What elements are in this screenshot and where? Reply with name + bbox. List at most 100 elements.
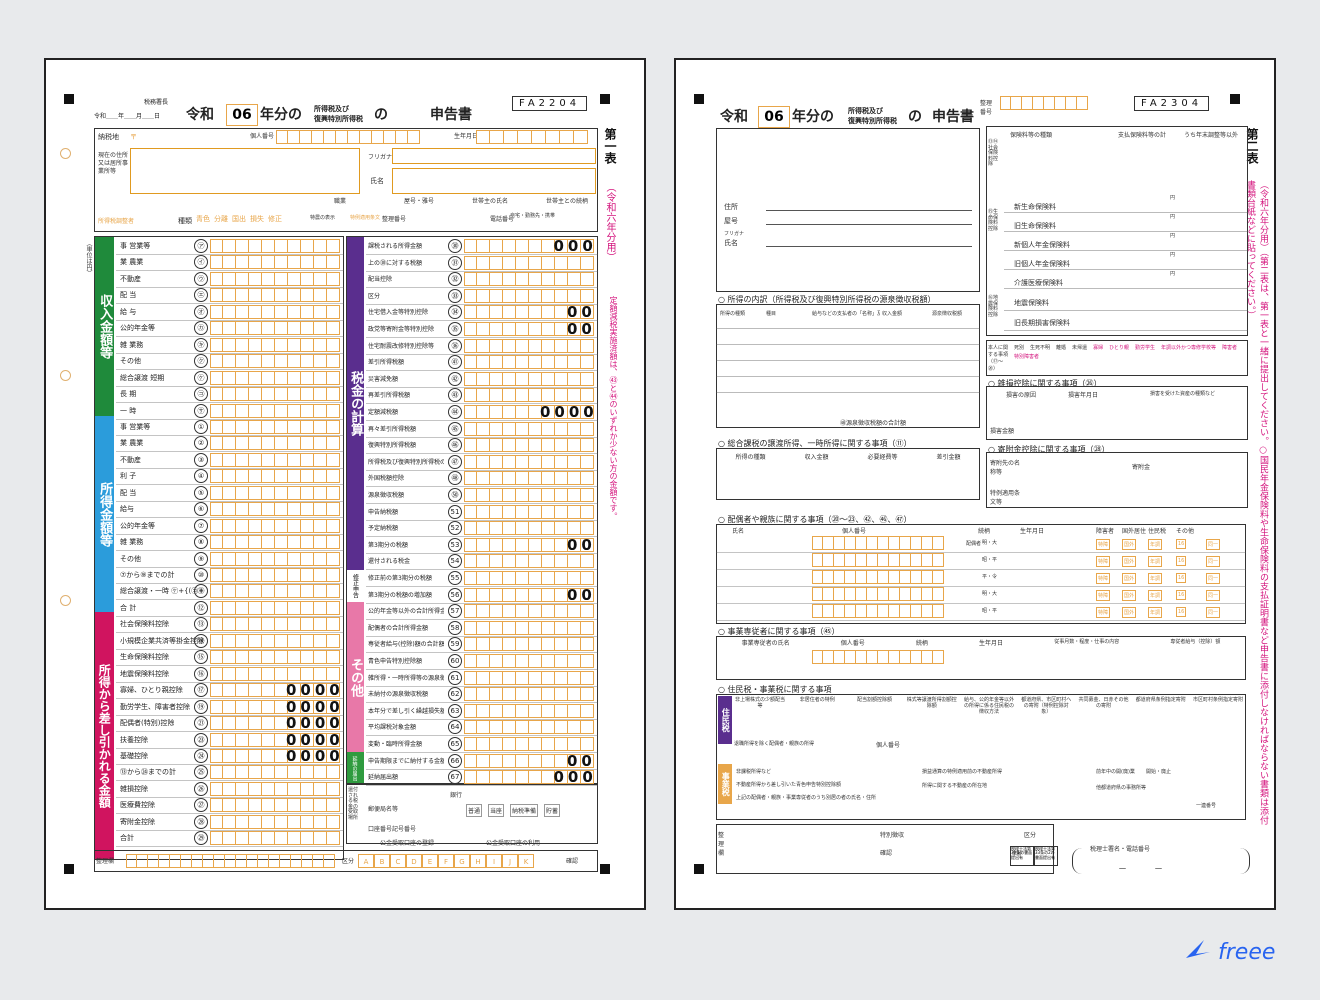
amount-cells[interactable] — [210, 535, 340, 549]
type-item[interactable]: 青色 — [196, 214, 210, 224]
family-check[interactable]: 年調 — [1148, 607, 1163, 618]
seiri-cells[interactable] — [126, 854, 335, 868]
amount-cells[interactable] — [210, 371, 340, 385]
family-check[interactable]: 16 — [1176, 539, 1187, 549]
kubun-letter-cell[interactable]: H — [470, 854, 486, 868]
year-field[interactable]: 06 — [226, 104, 258, 126]
amount-cells[interactable] — [464, 422, 594, 436]
amount-cells[interactable] — [464, 355, 594, 369]
self-item[interactable]: 離婚 — [1056, 344, 1066, 351]
amount-cells[interactable] — [210, 486, 340, 500]
family-mynumber-cells[interactable] — [812, 604, 944, 618]
amount-cells[interactable] — [210, 469, 340, 483]
kubun-letter-cell[interactable]: A — [358, 854, 374, 868]
amount-cells[interactable] — [464, 687, 594, 701]
amount-cells[interactable] — [210, 255, 340, 269]
amount-cells[interactable] — [464, 671, 594, 685]
name-input[interactable] — [392, 168, 596, 194]
amount-cells[interactable] — [464, 455, 594, 469]
amount-cells[interactable] — [210, 584, 340, 598]
family-check[interactable]: 特障 — [1096, 556, 1111, 567]
mynumber-cells[interactable] — [276, 130, 420, 144]
self-item[interactable]: 特別障害者 — [1014, 353, 1039, 360]
senju-mynumber-cells[interactable] — [812, 650, 944, 664]
amount-cells[interactable] — [464, 604, 594, 618]
amount-cells[interactable] — [210, 404, 340, 418]
family-check[interactable]: 特障 — [1096, 539, 1111, 550]
amount-cells[interactable] — [210, 831, 340, 845]
family-check[interactable]: 特障 — [1096, 573, 1111, 584]
family-mynumber-cells[interactable] — [812, 570, 944, 584]
amount-cells[interactable] — [210, 453, 340, 467]
self-item[interactable]: 寡婦 — [1093, 344, 1103, 351]
family-check[interactable]: 16 — [1176, 607, 1187, 617]
amount-cells[interactable] — [210, 519, 340, 533]
kubun-letter-cell[interactable]: C — [390, 854, 406, 868]
amount-cells[interactable] — [210, 420, 340, 434]
deposit-type[interactable]: 当座 — [488, 804, 505, 817]
amount-cells[interactable] — [210, 387, 340, 401]
amount-cells[interactable] — [464, 339, 594, 353]
family-check[interactable]: 16 — [1176, 556, 1187, 566]
family-check[interactable]: 年調 — [1148, 556, 1163, 567]
amount-cells[interactable] — [464, 289, 594, 303]
amount-cells[interactable] — [210, 354, 340, 368]
amount-cells[interactable] — [464, 720, 594, 734]
family-check[interactable]: 特障 — [1096, 607, 1111, 618]
self-item[interactable]: 生死不明 — [1030, 344, 1050, 351]
furigana-input[interactable] — [392, 148, 596, 164]
kubun-letter-cell[interactable]: G — [454, 854, 470, 868]
family-mynumber-cells[interactable] — [812, 553, 944, 567]
amount-cells[interactable] — [210, 634, 340, 648]
amount-cells[interactable] — [210, 436, 340, 450]
amount-cells[interactable] — [210, 288, 340, 302]
address-input[interactable] — [130, 148, 360, 194]
amount-cells[interactable] — [210, 239, 340, 253]
type-item[interactable]: 修正 — [268, 214, 282, 224]
type-item[interactable]: 国出 — [232, 214, 246, 224]
family-check[interactable]: 国外 — [1122, 590, 1137, 601]
amount-cells[interactable] — [464, 438, 594, 452]
family-check[interactable]: 同一 — [1206, 556, 1221, 567]
amount-cells[interactable] — [464, 621, 594, 635]
amount-cells[interactable] — [210, 765, 340, 779]
family-check[interactable]: 16 — [1176, 573, 1187, 583]
amount-cells[interactable] — [464, 521, 594, 535]
amount-cells[interactable] — [464, 256, 594, 270]
family-check[interactable]: 年調 — [1148, 573, 1163, 584]
deposit-type[interactable]: 貯蓄 — [544, 804, 561, 817]
self-item[interactable]: 未帰還 — [1072, 344, 1087, 351]
amount-cells[interactable] — [210, 650, 340, 664]
kubun-letter-cell[interactable]: K — [518, 854, 534, 868]
family-check[interactable]: 国外 — [1122, 556, 1137, 567]
self-item[interactable]: 年調以外かつ専修学校等 — [1161, 344, 1216, 351]
self-item[interactable]: 勤労学生 — [1135, 344, 1155, 351]
family-check[interactable]: 同一 — [1206, 539, 1221, 550]
amount-cells[interactable] — [210, 338, 340, 352]
family-check[interactable]: 16 — [1176, 590, 1187, 600]
amount-cells[interactable] — [210, 552, 340, 566]
family-check[interactable]: 年調 — [1148, 590, 1163, 601]
type-item[interactable]: 分離 — [214, 214, 228, 224]
kubun-letter-cell[interactable]: I — [486, 854, 502, 868]
amount-cells[interactable] — [210, 815, 340, 829]
family-mynumber-cells[interactable] — [812, 536, 944, 550]
family-check[interactable]: 同一 — [1206, 607, 1221, 618]
family-mynumber-cells[interactable] — [812, 587, 944, 601]
self-item[interactable]: 死別 — [1014, 344, 1024, 351]
amount-cells[interactable] — [464, 372, 594, 386]
amount-cells[interactable] — [210, 305, 340, 319]
amount-cells[interactable] — [464, 554, 594, 568]
amount-cells[interactable] — [210, 502, 340, 516]
amount-cells[interactable] — [210, 321, 340, 335]
amount-cells[interactable] — [464, 637, 594, 651]
family-check[interactable]: 国外 — [1122, 539, 1137, 550]
type-item[interactable]: 損失 — [250, 214, 264, 224]
amount-cells[interactable] — [464, 471, 594, 485]
kubun-letter-cell[interactable]: D — [406, 854, 422, 868]
family-check[interactable]: 特障 — [1096, 590, 1111, 601]
deposit-type[interactable]: 納税準備 — [510, 804, 539, 817]
amount-cells[interactable] — [464, 737, 594, 751]
deposit-type[interactable]: 普通 — [466, 804, 483, 817]
family-check[interactable]: 国外 — [1122, 607, 1137, 618]
